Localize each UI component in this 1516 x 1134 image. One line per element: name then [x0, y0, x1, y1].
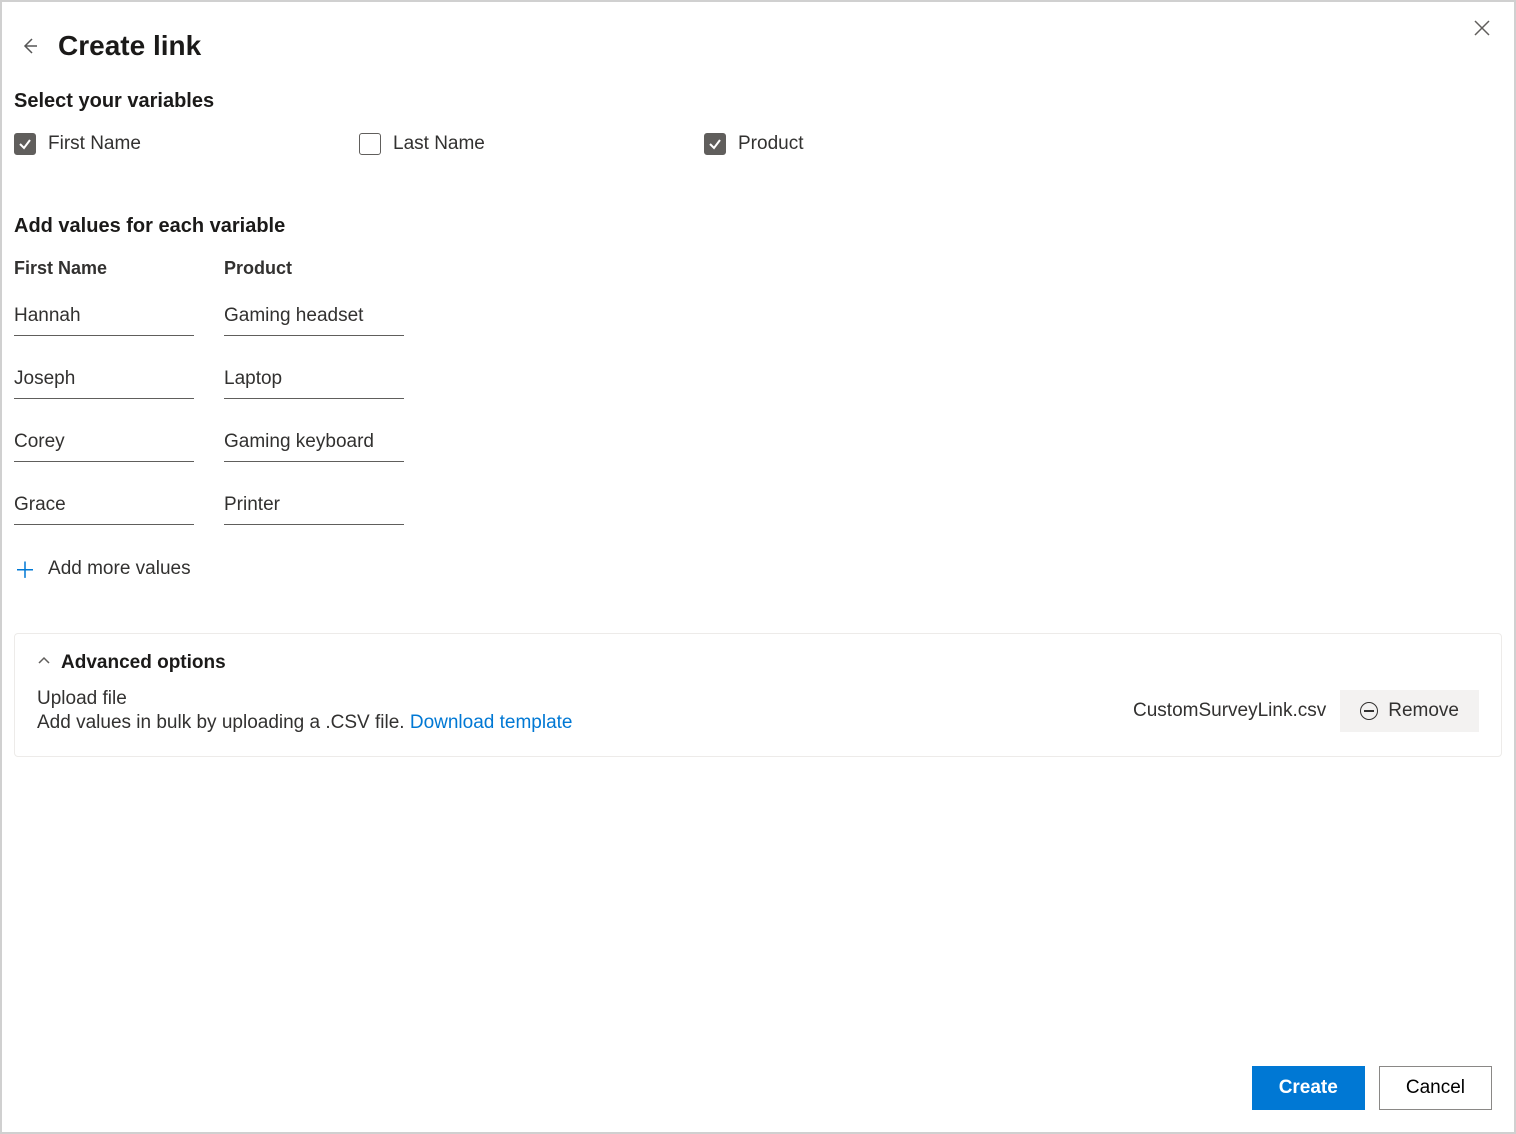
plus-icon: ＋: [14, 553, 36, 585]
dialog-header: Create link: [14, 14, 1502, 82]
product-input[interactable]: [224, 364, 404, 399]
back-arrow-icon[interactable]: [18, 34, 42, 58]
advanced-body: Upload file Add values in bulk by upload…: [37, 688, 1479, 734]
variable-label: Last Name: [393, 133, 485, 155]
uploaded-file-name: CustomSurveyLink.csv: [1133, 700, 1326, 722]
variable-label: First Name: [48, 133, 141, 155]
remove-icon: [1360, 702, 1378, 720]
first-name-input[interactable]: [14, 427, 194, 462]
cancel-button[interactable]: Cancel: [1379, 1066, 1492, 1110]
page-title: Create link: [58, 30, 201, 62]
dialog-footer: Create Cancel: [1252, 1066, 1492, 1110]
remove-file-button[interactable]: Remove: [1340, 690, 1479, 732]
uploaded-file-area: CustomSurveyLink.csv Remove: [1133, 690, 1479, 732]
table-row: [14, 490, 1502, 525]
variable-option-first-name: First Name: [14, 133, 359, 155]
select-variables-section: Select your variables First Name Last Na…: [14, 90, 1502, 155]
values-table-header: First Name Product: [14, 258, 1502, 279]
advanced-options-title: Advanced options: [61, 652, 226, 674]
upload-text-block: Upload file Add values in bulk by upload…: [37, 688, 1113, 734]
column-header-first-name: First Name: [14, 258, 194, 279]
checkbox-first-name[interactable]: [14, 133, 36, 155]
add-more-label: Add more values: [48, 558, 191, 580]
table-row: [14, 427, 1502, 462]
product-input[interactable]: [224, 490, 404, 525]
values-section: Add values for each variable First Name …: [14, 215, 1502, 585]
advanced-options-panel: Advanced options Upload file Add values …: [14, 633, 1502, 757]
upload-desc-text: Add values in bulk by uploading a .CSV f…: [37, 712, 410, 733]
close-icon[interactable]: [1468, 14, 1496, 42]
first-name-input[interactable]: [14, 364, 194, 399]
create-button[interactable]: Create: [1252, 1066, 1365, 1110]
add-more-values-button[interactable]: ＋ Add more values: [14, 553, 191, 585]
variables-row: First Name Last Name Product: [14, 133, 1502, 155]
chevron-up-icon: [37, 654, 51, 673]
checkbox-last-name[interactable]: [359, 133, 381, 155]
variable-label: Product: [738, 133, 803, 155]
table-row: [14, 364, 1502, 399]
values-section-label: Add values for each variable: [14, 215, 1502, 238]
product-input[interactable]: [224, 427, 404, 462]
upload-description: Add values in bulk by uploading a .CSV f…: [37, 712, 1113, 734]
upload-file-label: Upload file: [37, 688, 1113, 710]
table-row: [14, 301, 1502, 336]
download-template-link[interactable]: Download template: [410, 712, 573, 733]
first-name-input[interactable]: [14, 301, 194, 336]
checkbox-product[interactable]: [704, 133, 726, 155]
variable-option-last-name: Last Name: [359, 133, 704, 155]
product-input[interactable]: [224, 301, 404, 336]
column-header-product: Product: [224, 258, 404, 279]
variable-option-product: Product: [704, 133, 1049, 155]
remove-label: Remove: [1388, 700, 1459, 722]
select-variables-label: Select your variables: [14, 90, 1502, 113]
first-name-input[interactable]: [14, 490, 194, 525]
advanced-options-toggle[interactable]: Advanced options: [37, 652, 1479, 674]
